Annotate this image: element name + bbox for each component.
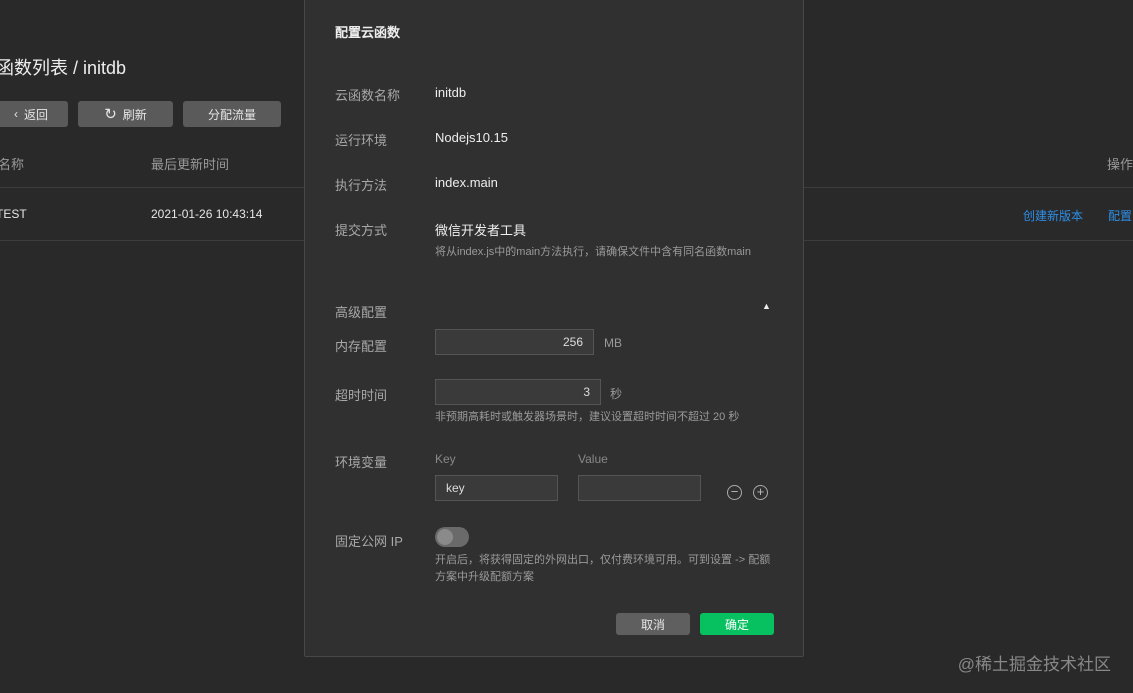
create-version-link[interactable]: 创建新版本 — [1023, 207, 1083, 224]
fixed-ip-hint: 开启后，将获得固定的外网出口，仅付费环境可用。可到设置 -> 配额方案中升级配额… — [435, 554, 771, 583]
row-name: TEST — [0, 207, 27, 221]
remove-env-icon[interactable]: − — [727, 485, 742, 500]
cancel-button[interactable]: 取消 — [616, 613, 690, 635]
handler-value: index.main — [435, 175, 498, 190]
back-button[interactable]: ‹ 返回 — [0, 101, 68, 127]
memory-input[interactable]: 256 — [435, 329, 594, 355]
add-env-icon[interactable]: + — [753, 485, 768, 500]
runtime-label: 运行环境 — [335, 133, 388, 148]
confirm-button[interactable]: 确定 — [700, 613, 774, 635]
col-updated: 最后更新时间 — [151, 157, 230, 172]
modal-title: 配置云函数 — [335, 25, 401, 40]
refresh-label: 刷新 — [122, 107, 147, 122]
submit-value: 微信开发者工具 — [435, 223, 527, 238]
fixed-ip-toggle[interactable] — [435, 527, 469, 547]
timeout-unit: 秒 — [610, 387, 623, 401]
advanced-label[interactable]: 高级配置 — [335, 302, 387, 321]
traffic-label: 分配流量 — [207, 107, 256, 122]
env-label: 环境变量 — [335, 455, 388, 470]
refresh-icon: ↻ — [104, 106, 117, 123]
timeout-input[interactable]: 3 — [435, 379, 601, 405]
handler-label: 执行方法 — [335, 178, 388, 193]
env-value-input[interactable] — [578, 475, 701, 501]
name-label: 云函数名称 — [335, 88, 401, 103]
key-header: Key — [435, 452, 456, 466]
memory-unit: MB — [604, 336, 622, 350]
memory-label: 内存配置 — [335, 339, 388, 354]
submit-hint: 将从index.js中的main方法执行，请确保文件中含有同名函数main — [435, 246, 751, 258]
env-key-input[interactable]: key — [435, 475, 558, 501]
chevron-left-icon: ‹ — [13, 107, 18, 121]
page-title: 函数列表 / initdb — [0, 58, 127, 78]
config-link[interactable]: 配置 — [1108, 207, 1132, 224]
collapse-caret-icon[interactable]: ▲ — [762, 301, 771, 311]
config-modal: 配置云函数 云函数名称 initdb 运行环境 Nodejs10.15 执行方法… — [304, 0, 804, 657]
col-actions: 操作 — [1107, 157, 1133, 172]
back-label: 返回 — [23, 107, 48, 122]
name-value: initdb — [435, 85, 467, 100]
runtime-value: Nodejs10.15 — [435, 130, 508, 145]
timeout-label: 超时时间 — [335, 388, 388, 403]
col-name: 名称 — [0, 157, 25, 172]
fixed-ip-label: 固定公网 IP — [335, 534, 403, 549]
timeout-hint: 非预期高耗时或触发器场景时，建议设置超时时间不超过 20 秒 — [435, 411, 740, 423]
refresh-button[interactable]: ↻ 刷新 — [78, 101, 173, 127]
row-updated: 2021-01-26 10:43:14 — [151, 207, 263, 221]
submit-label: 提交方式 — [335, 223, 388, 238]
value-header: Value — [578, 452, 608, 466]
allocate-traffic-button[interactable]: 分配流量 — [183, 101, 281, 127]
watermark: @稀土掘金技术社区 — [957, 655, 1111, 674]
